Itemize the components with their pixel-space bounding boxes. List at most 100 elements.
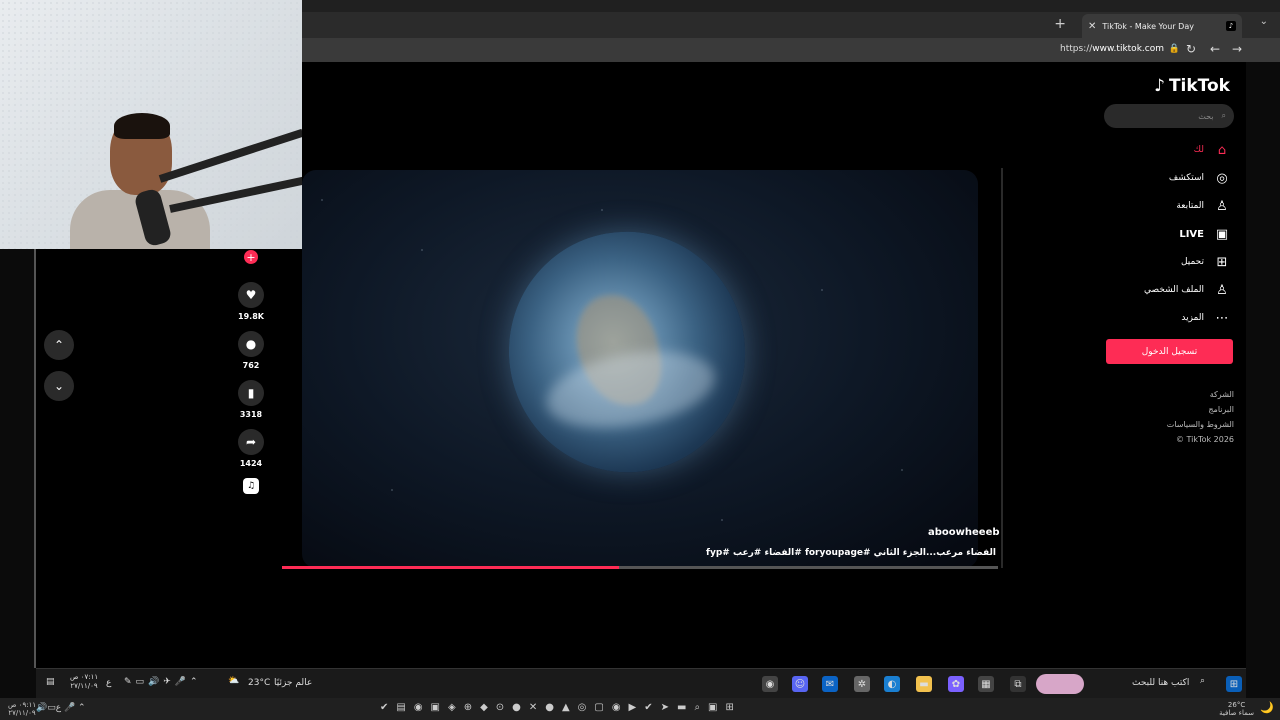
address-bar[interactable]: https://www.tiktok.com 🔒 ↻ ← → (302, 38, 1280, 62)
sidebar-item-profile[interactable]: الملف الشخصي ♙ (1144, 280, 1230, 300)
forward-arrow-icon[interactable]: → (1232, 42, 1242, 56)
live-icon: ▣ (1215, 226, 1229, 242)
comment-count: 762 (242, 361, 260, 370)
url-host: www.tiktok.com (1092, 44, 1164, 54)
url-text[interactable]: https://www.tiktok.com (1060, 44, 1164, 54)
save-action[interactable]: ▮ 3318 (238, 380, 264, 419)
previous-video-button[interactable]: ⌃ (44, 330, 74, 360)
folder-icon[interactable]: ▬ (916, 676, 932, 692)
compass-icon: ◎ (1216, 170, 1228, 186)
save-count: 3318 (239, 410, 263, 419)
video-player[interactable] (302, 170, 978, 568)
login-button[interactable]: تسجيل الدخول (1106, 339, 1233, 364)
inner-search-icon[interactable]: ⌕ (1200, 676, 1205, 686)
browser-tab-bar: + ✕ TikTok - Make Your Day ♪ ⌄ (302, 0, 1280, 38)
inner-language[interactable]: ع (106, 678, 111, 688)
tiktok-note-icon: ♪ (1154, 76, 1165, 96)
sidebar-item-more[interactable]: المزيد ⋯ (1181, 308, 1230, 328)
video-username[interactable]: aboowheeeb (928, 527, 1000, 538)
search-placeholder: بحث (1198, 111, 1214, 121)
share-icon[interactable]: ➦ (238, 429, 264, 455)
inner-weather-label: عالم جزئيًا (274, 678, 313, 688)
chevron-up-icon: ⌃ (53, 338, 65, 352)
follow-plus-icon[interactable]: + (244, 250, 258, 264)
outer-pinned-apps[interactable]: ✔▤◉▣◈⊕◆⊙●✕●▲◎▢◉▶✔➤▬⌕▣⊞ (380, 702, 742, 713)
music-disc-icon[interactable]: ♫ (243, 478, 259, 494)
user-plus-icon: ♙ (1216, 198, 1228, 214)
tab-title: TikTok - Make Your Day (1102, 21, 1194, 31)
app-icon[interactable]: ✲ (854, 676, 870, 692)
footer-links: الشركة البرنامج الشروط والسياسات © TikTo… (1167, 390, 1234, 444)
discord-icon[interactable]: ☺ (792, 676, 808, 692)
inner-clock[interactable]: ٠٧:١١ ص ٢٧/١١/٠٩ (70, 673, 98, 691)
tiktok-favicon-icon: ♪ (1226, 21, 1236, 31)
footer-link-company[interactable]: الشركة (1210, 390, 1234, 399)
new-tab-button[interactable]: + (1054, 16, 1066, 32)
footer-link-terms[interactable]: الشروط والسياسات (1167, 420, 1234, 429)
sidebar-item-label: استكشف (1168, 173, 1204, 183)
inner-time: ٠٧:١١ ص (70, 673, 99, 681)
url-prefix: https:// (1060, 44, 1093, 54)
home-icon: ⌂ (1217, 142, 1227, 158)
tiktok-logo[interactable]: ♪ TikTok (1154, 76, 1230, 96)
outer-clock[interactable]: ٠٩:١١ ص ٢٧/١١/٠٩ (8, 701, 36, 717)
footer-link-program[interactable]: البرنامج (1208, 405, 1234, 414)
outer-time: ٠٩:١١ ص (8, 701, 37, 709)
tab-tiktok[interactable]: ✕ TikTok - Make Your Day ♪ (1082, 14, 1242, 38)
sidebar-item-label: LIVE (1179, 228, 1204, 240)
tab-menu-button[interactable]: ⌄ (1260, 16, 1268, 27)
next-video-button[interactable]: ⌄ (44, 371, 74, 401)
share-count: 1424 (239, 459, 263, 468)
video-caption: الفضاء مرعب...الجزء الثاني #foryoupage #… (706, 548, 996, 558)
back-arrow-icon[interactable]: ← (1210, 42, 1220, 56)
lock-icon[interactable]: 🔒 (1169, 44, 1180, 54)
webcam-overlay (0, 0, 302, 249)
task-view-icon[interactable]: ⧉ (1010, 676, 1026, 692)
chevron-down-icon: ⌄ (53, 379, 65, 393)
outer-tray-icons[interactable]: 🔊▭ع 🎤 ⌃ (36, 703, 86, 713)
like-action[interactable]: ♥ 19.8K (238, 282, 264, 321)
scroll-divider (1001, 168, 1003, 568)
webcam-person-hair (114, 113, 170, 139)
sidebar-item-for-you[interactable]: لك ⌂ (1194, 140, 1230, 160)
earth-clouds (540, 339, 721, 440)
comment-action[interactable]: ● 762 (238, 331, 264, 370)
copilot-icon[interactable]: ✿ (948, 676, 964, 692)
edge-icon[interactable]: ◐ (884, 676, 900, 692)
heart-icon[interactable]: ♥ (238, 282, 264, 308)
sidebar-item-label: المتابعة (1176, 201, 1204, 211)
video-progress-bar[interactable] (282, 566, 998, 569)
store-icon[interactable]: ▦ (978, 676, 994, 692)
bookmark-icon[interactable]: ▮ (238, 380, 264, 406)
outlook-icon[interactable]: ✉ (822, 676, 838, 692)
sidebar-item-following[interactable]: المتابعة ♙ (1176, 196, 1230, 216)
sidebar-item-explore[interactable]: استكشف ◎ (1169, 168, 1230, 188)
outer-weather[interactable]: 26°C سماء صافية (1219, 701, 1254, 717)
outer-weather-label: سماء صافية (1219, 709, 1254, 717)
sidebar-item-live[interactable]: LIVE ▣ (1179, 224, 1230, 244)
moon-icon: 🌙 (1260, 701, 1274, 714)
reload-icon[interactable]: ↻ (1186, 42, 1196, 56)
plus-square-icon: ⊞ (1216, 254, 1228, 270)
comment-icon[interactable]: ● (238, 331, 264, 357)
tray-icons[interactable]: ✎▭🔊✈🎤⌃ (124, 677, 202, 687)
windows-start-icon[interactable]: ⊞ (1226, 676, 1242, 692)
share-action[interactable]: ➦ 1424 (238, 429, 264, 468)
sidebar-item-label: المزيد (1181, 313, 1204, 323)
inner-weather-temp: 23°C (248, 678, 271, 688)
footer-copyright: © TikTok 2026 (1176, 435, 1234, 444)
sidebar-item-label: تحميل (1180, 257, 1204, 267)
user-icon: ♙ (1216, 282, 1228, 298)
steam-icon[interactable]: ◉ (762, 676, 778, 692)
video-actions: + ♥ 19.8K ● 762 ▮ 3318 ➦ 1424 ♫ (236, 250, 266, 504)
search-input[interactable]: بحث ⌕ (1104, 104, 1234, 128)
notification-icon[interactable]: ▤ (46, 677, 55, 687)
outer-date: ٢٧/١١/٠٩ (8, 709, 36, 717)
tab-close-icon[interactable]: ✕ (1088, 21, 1096, 32)
sound-action[interactable]: ♫ (243, 478, 259, 494)
sidebar-item-upload[interactable]: تحميل ⊞ (1181, 252, 1230, 272)
inner-search-box[interactable]: اكتب هنا للبحث (1132, 678, 1189, 688)
search-icon[interactable]: ⌕ (1222, 111, 1226, 121)
more-icon: ⋯ (1215, 310, 1229, 326)
search-highlight-icon[interactable] (1036, 674, 1084, 694)
